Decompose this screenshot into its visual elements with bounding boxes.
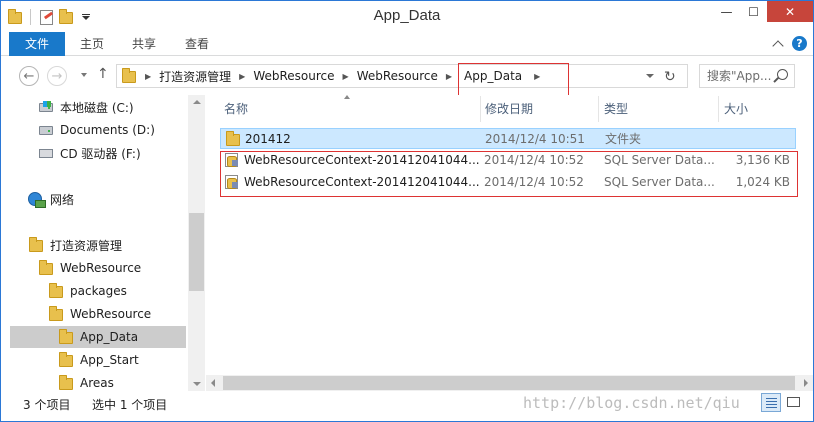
column-header-size[interactable]: 大小 <box>718 96 798 122</box>
selected-count: 选中 1 个项目 <box>92 398 168 412</box>
breadcrumb-separator-icon[interactable]: ▶ <box>444 72 454 81</box>
ribbon-controls: ? <box>772 36 807 52</box>
forward-button[interactable]: → <box>47 66 67 86</box>
nav-item-label: 网络 <box>50 192 75 207</box>
breadcrumb-separator-icon[interactable]: ▶ <box>237 72 247 81</box>
minimize-button[interactable]: — <box>713 1 740 22</box>
window-title: App_Data <box>373 7 441 24</box>
title-bar: App_Data — ☐ ✕ <box>1 1 813 32</box>
cd-drive-icon <box>38 145 54 161</box>
scroll-down-icon[interactable] <box>193 382 201 386</box>
scroll-right-icon[interactable] <box>804 379 808 387</box>
nav-item-label: WebResource <box>60 261 142 275</box>
nav-item-label: App_Start <box>80 353 139 367</box>
recent-locations-dropdown-icon[interactable] <box>81 73 87 77</box>
navigation-bar: ← → ↑ ▶ 打造资源管理 ▶ WebResource ▶ WebResour… <box>1 57 813 95</box>
column-header-name[interactable]: 名称 <box>218 96 480 122</box>
breadcrumb-separator-icon[interactable]: ▶ <box>341 72 351 81</box>
annotation-highlight-box <box>458 63 569 97</box>
nav-item-label: CD 驱动器 (F:) <box>60 146 141 161</box>
large-icons-view-button[interactable] <box>784 393 804 412</box>
breadcrumb-item[interactable]: WebResource <box>247 69 340 83</box>
nav-item-documents-d[interactable]: Documents (D:) <box>38 119 155 141</box>
up-button[interactable]: ↑ <box>97 66 109 82</box>
ribbon-tabs: 文件 主页 共享 查看 ? <box>1 32 813 56</box>
tab-file[interactable]: 文件 <box>9 32 65 56</box>
tab-home[interactable]: 主页 <box>71 32 113 56</box>
nav-item-folder-selected[interactable]: App_Data <box>10 326 186 348</box>
nav-item-network[interactable]: 网络 <box>28 188 74 210</box>
windows-drive-icon <box>38 99 54 115</box>
search-input[interactable] <box>700 65 776 87</box>
item-count: 3 个项目 <box>23 398 71 412</box>
tab-view[interactable]: 查看 <box>176 32 218 56</box>
address-history-dropdown-icon[interactable] <box>646 74 654 78</box>
nav-pane-scrollbar[interactable] <box>188 95 205 391</box>
status-bar: 3 个项目 选中 1 个项目 http://blog.csdn.net/qiu <box>1 391 813 421</box>
large-icons-view-icon <box>787 397 800 407</box>
folder-icon <box>58 375 74 391</box>
close-button[interactable]: ✕ <box>767 1 813 22</box>
file-name: 201412 <box>245 132 291 146</box>
folder-icon <box>28 237 44 253</box>
details-view-button[interactable] <box>761 393 781 412</box>
nav-item-label: Areas <box>80 376 114 390</box>
nav-item-cd-drive-f[interactable]: CD 驱动器 (F:) <box>38 142 141 164</box>
scroll-left-icon[interactable] <box>211 379 215 387</box>
help-icon[interactable]: ? <box>792 36 807 51</box>
folder-icon <box>48 283 64 299</box>
annotation-highlight-box <box>220 151 798 197</box>
column-header-type[interactable]: 类型 <box>598 96 718 122</box>
address-bar[interactable]: ▶ 打造资源管理 ▶ WebResource ▶ WebResource ▶ A… <box>116 64 688 88</box>
back-button[interactable]: ← <box>19 66 39 86</box>
folder-icon <box>38 260 54 276</box>
file-list: 名称 修改日期 类型 大小 201412 2014/12/4 10:51 文件夹… <box>206 95 813 391</box>
file-row-selected[interactable]: 201412 2014/12/4 10:51 文件夹 <box>220 128 796 149</box>
network-icon <box>28 191 46 208</box>
column-header-date[interactable]: 修改日期 <box>479 96 599 122</box>
folder-icon <box>225 131 241 147</box>
folder-icon <box>48 306 64 322</box>
breadcrumb-item[interactable]: WebResource <box>351 69 444 83</box>
search-icon[interactable] <box>777 69 788 80</box>
nav-item-folder[interactable]: WebResource <box>38 257 141 279</box>
maximize-button[interactable]: ☐ <box>740 1 767 22</box>
folder-icon <box>121 68 137 84</box>
folder-icon <box>58 352 74 368</box>
tab-share[interactable]: 共享 <box>123 32 165 56</box>
scrollbar-thumb[interactable] <box>189 213 204 291</box>
file-date: 2014/12/4 10:51 <box>485 132 585 146</box>
nav-item-label: packages <box>70 284 127 298</box>
breadcrumb-item[interactable]: 打造资源管理 <box>153 68 237 85</box>
search-box[interactable] <box>699 64 795 88</box>
nav-item-folder[interactable]: App_Start <box>58 349 139 371</box>
nav-item-folder[interactable]: packages <box>48 280 127 302</box>
window-controls: — ☐ ✕ <box>713 1 813 22</box>
refresh-button[interactable]: ↻ <box>664 69 676 85</box>
file-type: 文件夹 <box>605 132 642 146</box>
nav-item-label: 打造资源管理 <box>50 238 123 253</box>
folder-icon <box>58 329 74 345</box>
nav-item-label: 本地磁盘 (C:) <box>60 100 134 115</box>
nav-item-folder[interactable]: WebResource <box>48 303 151 325</box>
details-view-icon <box>766 398 777 408</box>
drive-icon <box>38 122 54 138</box>
navigation-pane: 本地磁盘 (C:) Documents (D:) CD 驱动器 (F:) 网络 … <box>1 95 205 391</box>
explorer-window: App_Data — ☐ ✕ 文件 主页 共享 查看 ? ← → ↑ ▶ 打造资… <box>0 0 814 422</box>
scroll-up-icon[interactable] <box>193 100 201 104</box>
file-size <box>715 129 791 150</box>
chevron-up-icon[interactable] <box>772 39 784 52</box>
nav-item-label: Documents (D:) <box>60 123 155 137</box>
scrollbar-thumb[interactable] <box>223 376 795 390</box>
nav-item-folder[interactable]: Areas <box>58 372 114 391</box>
nav-item-local-disk-c[interactable]: 本地磁盘 (C:) <box>38 96 134 118</box>
nav-item-label: App_Data <box>80 330 139 344</box>
watermark: http://blog.csdn.net/qiu <box>523 394 740 412</box>
nav-item-label: WebResource <box>70 307 152 321</box>
breadcrumb-separator-icon[interactable]: ▶ <box>143 72 153 81</box>
file-list-horizontal-scrollbar[interactable] <box>206 375 813 391</box>
nav-item-folder[interactable]: 打造资源管理 <box>28 234 122 256</box>
